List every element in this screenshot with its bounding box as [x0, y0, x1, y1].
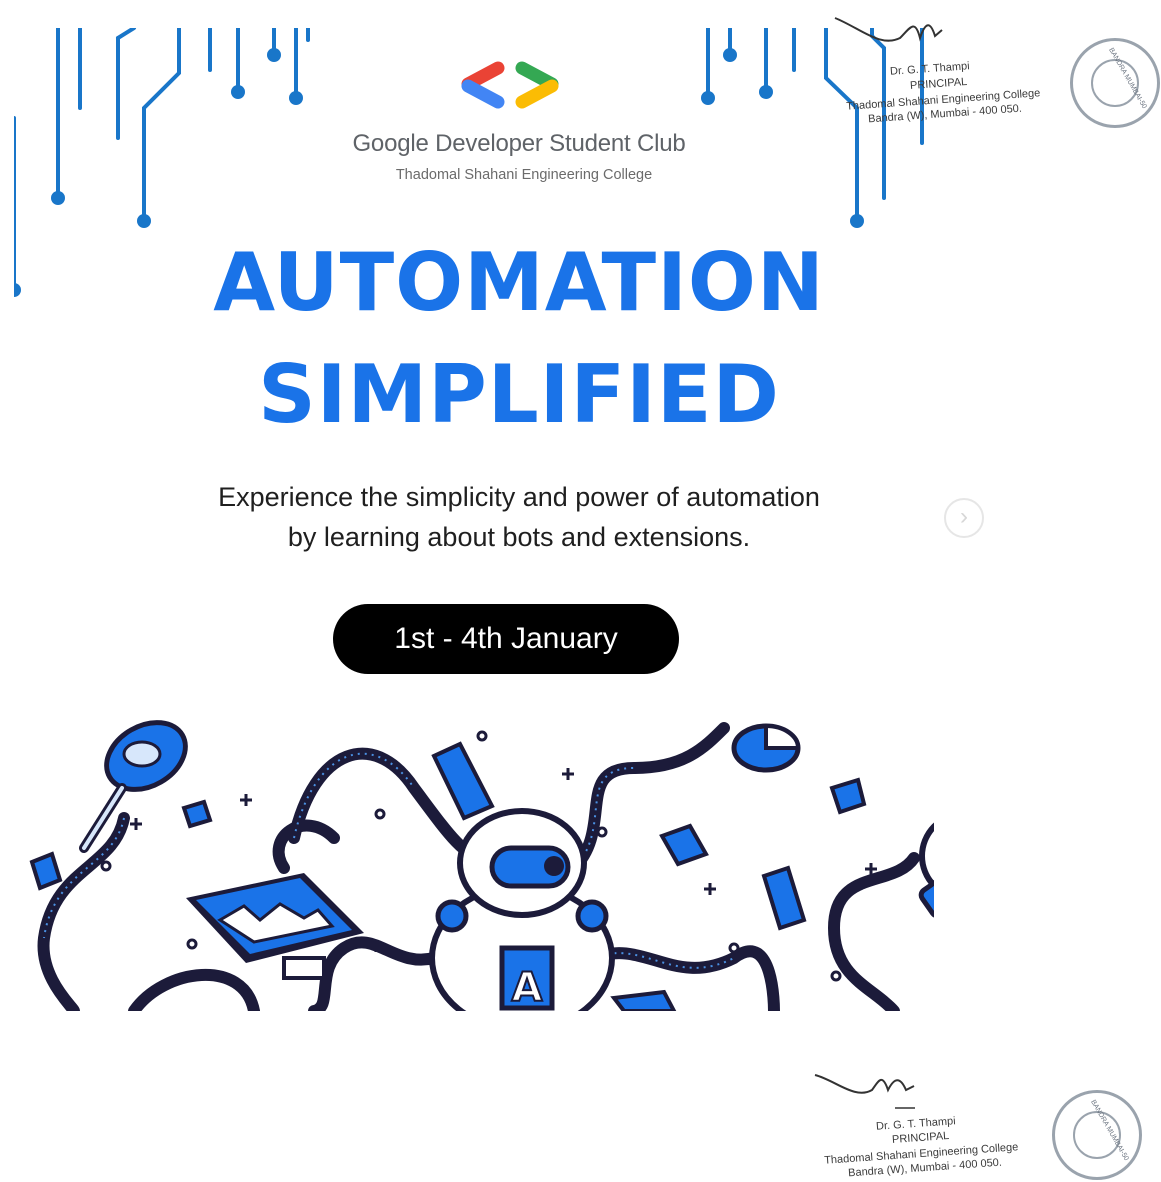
carousel-next-button[interactable]: › — [944, 498, 984, 538]
chevron-right-icon: › — [960, 503, 968, 530]
headline-line-1: AUTOMATION — [213, 236, 825, 329]
lightbulb-graphic — [918, 822, 934, 919]
principal-signature-bottom: Dr. G. T. Thampi PRINCIPAL Thadomal Shah… — [810, 1060, 1050, 1180]
college-seal-bottom: BANDRA MUMBAI-50 — [1052, 1090, 1142, 1180]
event-date-pill: 1st - 4th January — [333, 604, 679, 674]
headline-line-2: SIMPLIFIED — [258, 348, 780, 441]
college-seal-top: BANDRA MUMBAI-50 — [1070, 38, 1160, 128]
signature-scribble — [814, 1074, 915, 1109]
event-poster: Google Developer Student Club Thadomal S… — [14, 28, 934, 1011]
signature-title: PRINCIPAL — [909, 76, 968, 92]
description-line-1: Experience the simplicity and power of a… — [218, 482, 820, 512]
principal-signature-top: Dr. G. T. Thampi PRINCIPAL Thadomal Shah… — [820, 8, 1060, 138]
pie-chart-graphic — [731, 723, 801, 773]
signature-title: PRINCIPAL — [891, 1130, 950, 1146]
description-line-2: by learning about bots and extensions. — [287, 522, 751, 552]
magnifier-graphic — [79, 720, 188, 853]
gdsc-logo — [461, 61, 559, 109]
automation-illustration: A — [29, 720, 934, 1011]
college-name: Thadomal Shahani Engineering College — [395, 167, 653, 183]
robot-badge-letter: A — [512, 965, 543, 1011]
signature-scribble — [834, 17, 943, 42]
club-name: Google Developer Student Club — [352, 130, 686, 157]
